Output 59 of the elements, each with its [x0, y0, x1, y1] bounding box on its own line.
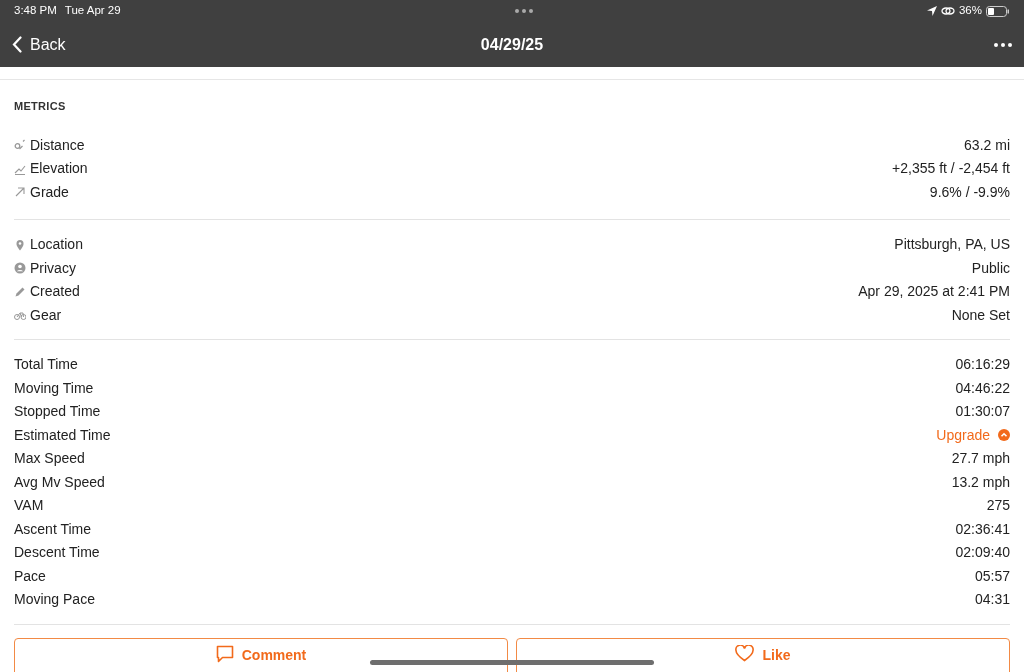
metric-value: 05:57: [974, 566, 1010, 586]
more-icon[interactable]: [994, 42, 1012, 47]
location-arrow-icon: [926, 6, 937, 16]
back-button[interactable]: Back: [12, 32, 66, 57]
metric-label: Total Time: [14, 355, 78, 375]
metric-label: Gear: [30, 305, 62, 325]
location-pin-icon: [14, 238, 26, 251]
chevron-left-icon: [12, 36, 22, 53]
comment-button[interactable]: Comment: [14, 637, 508, 672]
metric-label: Estimated Time: [14, 425, 111, 445]
metric-label: Moving Time: [14, 378, 94, 398]
metric-value: Public: [971, 258, 1010, 278]
bicycle-icon: [14, 309, 26, 322]
metric-value: Apr 29, 2025 at 2:41 PM: [858, 282, 1010, 302]
speech-bubble-icon: [215, 644, 234, 663]
metric-label: Grade: [30, 182, 69, 202]
metric-label: VAM: [14, 496, 44, 516]
metric-label: Descent Time: [14, 543, 100, 563]
status-date: Tue Apr 29: [64, 3, 121, 19]
diagonal-arrow-icon: [14, 186, 26, 199]
battery-percent: 36%: [958, 3, 982, 19]
metric-value: 01:30:07: [955, 402, 1010, 422]
heart-icon: [735, 644, 755, 662]
battery-icon: [986, 5, 1010, 17]
metric-value: 13.2 mph: [951, 472, 1010, 492]
route-pin-icon: [14, 139, 26, 152]
metric-value: 9.6% / -9.9%: [929, 182, 1010, 202]
metric-value: 02:09:40: [955, 543, 1010, 563]
metric-value: +2,355 ft / -2,454 ft: [892, 159, 1010, 179]
metric-label: Avg Mv Speed: [14, 472, 105, 492]
metric-label: Pace: [14, 566, 46, 586]
status-time: 3:48 PM: [14, 3, 57, 19]
metric-value: 04:46:22: [955, 378, 1010, 398]
page-title: 04/29/25: [480, 34, 544, 55]
upgrade-link[interactable]: Upgrade: [936, 424, 1010, 446]
metric-label: Max Speed: [14, 449, 85, 469]
metric-label: Privacy: [30, 258, 76, 278]
metric-label: Created: [30, 282, 80, 302]
section-heading: METRICS: [14, 99, 67, 114]
metric-value: 04:31: [974, 590, 1010, 610]
metric-label: Stopped Time: [14, 402, 101, 422]
metric-label: Location: [30, 235, 83, 255]
metric-label: Ascent Time: [14, 519, 92, 539]
metric-value: 275: [986, 496, 1010, 516]
more-dots-icon: [514, 9, 533, 13]
metric-value: None Set: [951, 305, 1010, 325]
metric-value: 63.2 mi: [964, 135, 1010, 155]
pencil-icon: [14, 285, 26, 298]
like-button[interactable]: Like: [516, 637, 1010, 672]
metric-value: 02:36:41: [955, 519, 1010, 539]
chevron-up-circle-icon: [998, 429, 1010, 442]
metric-label: Moving Pace: [14, 590, 95, 610]
metric-value: Pittsburgh, PA, US: [894, 235, 1010, 255]
metric-label: Distance: [30, 135, 85, 155]
metric-value: 27.7 mph: [951, 449, 1010, 469]
metric-label: Elevation: [30, 159, 88, 179]
user-circle-icon: [14, 262, 26, 275]
link-icon: [940, 6, 955, 16]
metric-value: 06:16:29: [955, 355, 1010, 375]
